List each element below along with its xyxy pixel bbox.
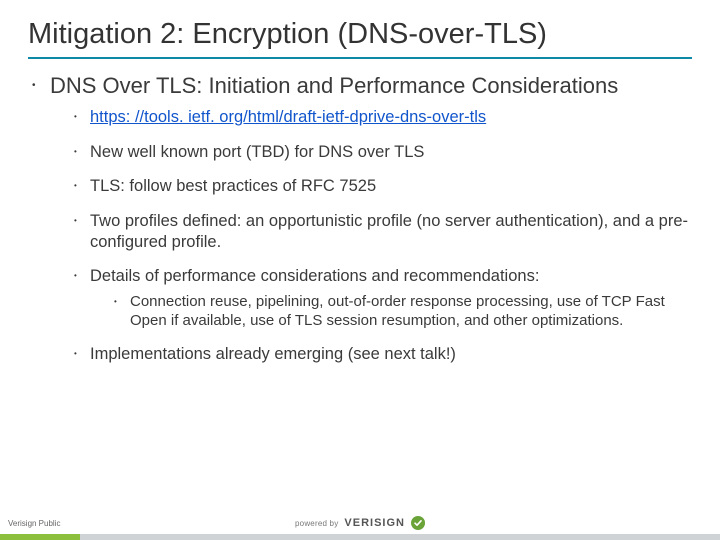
bullet-dot: •: [32, 73, 50, 99]
bullet-level1: • DNS Over TLS: Initiation and Performan…: [32, 73, 692, 99]
slide: Mitigation 2: Encryption (DNS-over-TLS) …: [0, 0, 720, 540]
bullet-dot: •: [74, 344, 90, 365]
slide-title: Mitigation 2: Encryption (DNS-over-TLS): [28, 18, 692, 51]
bullet-dot: •: [74, 211, 90, 252]
slide-footer: Verisign Public powered by VERISIGN: [0, 514, 720, 540]
poweredby-label: powered by: [295, 519, 338, 528]
bullet-text: Connection reuse, pipelining, out-of-ord…: [130, 293, 684, 331]
bullet-level2: • Implementations already emerging (see …: [74, 344, 692, 365]
bullet-level2: • Details of performance considerations …: [74, 266, 692, 287]
bullet-text: Details of performance considerations an…: [90, 266, 539, 287]
bullet-dot: •: [74, 176, 90, 197]
bullet-text: DNS Over TLS: Initiation and Performance…: [50, 73, 618, 99]
classification-label: Verisign Public: [8, 519, 60, 528]
bullet-dot: •: [74, 266, 90, 287]
bullet-text: https: //tools. ietf. org/html/draft-iet…: [90, 107, 486, 128]
bullet-level2: • Two profiles defined: an opportunistic…: [74, 211, 692, 252]
bullet-text: Implementations already emerging (see ne…: [90, 344, 456, 365]
bullet-level2: • New well known port (TBD) for DNS over…: [74, 142, 692, 163]
bullet-text: Two profiles defined: an opportunistic p…: [90, 211, 692, 252]
bullet-dot: •: [74, 107, 90, 128]
bullet-text: New well known port (TBD) for DNS over T…: [90, 142, 424, 163]
bullet-level2: • https: //tools. ietf. org/html/draft-i…: [74, 107, 692, 128]
brand-label: VERISIGN: [344, 517, 405, 529]
bullet-level3: • Connection reuse, pipelining, out-of-o…: [114, 293, 684, 331]
bullet-level2: • TLS: follow best practices of RFC 7525: [74, 176, 692, 197]
bullet-text: TLS: follow best practices of RFC 7525: [90, 176, 376, 197]
footer-accent-bar: [0, 534, 720, 540]
footer-logo: powered by VERISIGN: [295, 516, 425, 530]
title-underline: [28, 57, 692, 59]
checkmark-icon: [411, 516, 425, 530]
bullet-dot: •: [74, 142, 90, 163]
ietf-draft-link[interactable]: https: //tools. ietf. org/html/draft-iet…: [90, 108, 486, 126]
bullet-dot: •: [114, 293, 130, 331]
